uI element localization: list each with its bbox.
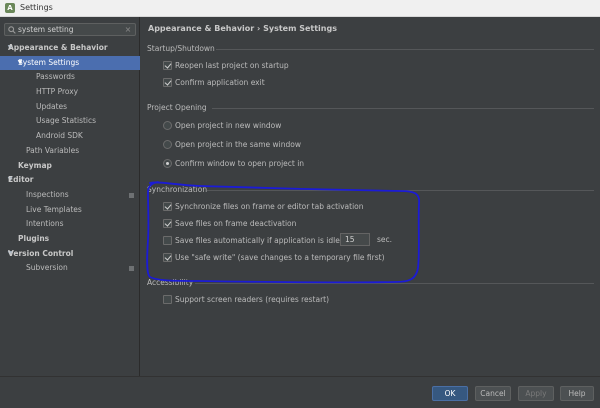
auto-save-label: Save files automatically if application … — [175, 236, 353, 245]
save-frame-deactivation-label: Save files on frame deactivation — [175, 219, 297, 228]
idle-seconds-field[interactable] — [340, 233, 370, 246]
safe-write-checkbox[interactable] — [163, 253, 172, 262]
section-divider — [207, 190, 594, 191]
sidebar-item-label: Intentions — [26, 219, 64, 229]
sidebar-item-label: HTTP Proxy — [36, 87, 79, 97]
android-studio-icon: A — [5, 3, 15, 13]
sidebar-item-appearance-behavior[interactable]: ▼ Appearance & Behavior — [0, 41, 140, 56]
sidebar-item-label: Path Variables — [26, 145, 80, 155]
sidebar-item-editor[interactable]: ▼ Editor — [0, 173, 140, 188]
sidebar-item-label: Keymap — [18, 160, 52, 170]
search-input[interactable] — [18, 24, 123, 35]
dialog-button-bar: OK Cancel Apply Help — [0, 376, 600, 408]
save-frame-deactivation-checkbox[interactable] — [163, 219, 172, 228]
section-divider — [195, 283, 594, 284]
confirm-exit-checkbox[interactable] — [163, 78, 172, 87]
sidebar-item-keymap[interactable]: Keymap — [0, 159, 140, 174]
window-title: Settings — [20, 3, 53, 12]
confirm-window-radio[interactable] — [163, 159, 172, 168]
idle-seconds-unit: sec. — [377, 235, 393, 244]
sidebar-item-label: Plugins — [18, 233, 50, 243]
sidebar-item-label: Android SDK — [36, 131, 83, 141]
sync-frame-activation-checkbox[interactable] — [163, 202, 172, 211]
sidebar-item-label: Usage Statistics — [36, 116, 97, 126]
reopen-last-project-checkbox[interactable] — [163, 61, 172, 70]
screen-readers-label: Support screen readers (requires restart… — [175, 295, 330, 304]
sidebar-item-label: Inspections — [26, 189, 69, 199]
settings-content: Appearance & Behavior › System Settings … — [141, 17, 600, 376]
sidebar-item-updates[interactable]: Updates — [0, 100, 140, 115]
sidebar-item-label: Passwords — [36, 72, 75, 82]
open-same-window-radio[interactable] — [163, 140, 172, 149]
accessibility-section-title: Accessibility — [147, 278, 194, 287]
apply-button[interactable]: Apply — [518, 386, 554, 401]
sidebar-item-http-proxy[interactable]: HTTP Proxy — [0, 85, 140, 100]
sidebar-item-android-sdk[interactable]: Android SDK — [0, 129, 140, 144]
sidebar-item-label: Version Control — [8, 248, 74, 258]
safe-write-label: Use "safe write" (save changes to a temp… — [175, 253, 385, 262]
sidebar-item-inspections[interactable]: Inspections — [0, 188, 140, 203]
section-divider — [212, 108, 594, 109]
search-box[interactable]: × — [4, 23, 136, 36]
sidebar-item-subversion[interactable]: Subversion — [0, 261, 140, 276]
project-scope-icon — [129, 266, 134, 272]
sync-frame-activation-label: Synchronize files on frame or editor tab… — [175, 202, 364, 211]
settings-sidebar: × ▼Appearance & Behavior▼System Settings… — [0, 17, 140, 376]
confirm-window-label: Confirm window to open project in — [175, 159, 305, 168]
sidebar-item-usage-statistics[interactable]: Usage Statistics — [0, 114, 140, 129]
confirm-exit-label: Confirm application exit — [175, 78, 265, 87]
sidebar-item-label: Subversion — [26, 263, 68, 273]
clear-search-icon[interactable]: × — [124, 26, 132, 34]
screen-readers-checkbox[interactable] — [163, 295, 172, 304]
sidebar-item-label: Appearance & Behavior — [8, 43, 108, 52]
sidebar-item-system-settings[interactable]: ▼ System Settings — [0, 55, 140, 71]
breadcrumb: Appearance & Behavior › System Settings — [148, 24, 337, 33]
search-icon — [8, 26, 16, 34]
sidebar-item-label: System Settings — [18, 57, 80, 67]
sidebar-item-intentions[interactable]: Intentions — [0, 217, 140, 232]
open-new-window-label: Open project in new window — [175, 121, 282, 130]
project-opening-section-title: Project Opening — [147, 103, 207, 112]
sidebar-item-path-variables[interactable]: Path Variables — [0, 144, 140, 159]
open-same-window-label: Open project in the same window — [175, 140, 302, 149]
synchronization-section-title: Synchronization — [147, 185, 208, 194]
ok-button[interactable]: OK — [432, 386, 468, 401]
sidebar-item-label: Editor — [8, 175, 34, 185]
cancel-button[interactable]: Cancel — [475, 386, 511, 401]
auto-save-checkbox[interactable] — [163, 236, 172, 245]
sidebar-item-plugins[interactable]: Plugins — [0, 232, 140, 247]
sidebar-item-label: Live Templates — [26, 204, 82, 214]
project-scope-icon — [129, 192, 134, 198]
startup-section-title: Startup/Shutdown — [147, 44, 215, 53]
reopen-last-project-label: Reopen last project on startup — [175, 61, 289, 70]
open-new-window-radio[interactable] — [163, 121, 172, 130]
title-bar: A Settings — [0, 0, 600, 17]
sidebar-item-passwords[interactable]: Passwords — [0, 70, 140, 85]
sidebar-item-label: Updates — [36, 101, 68, 111]
section-divider — [216, 49, 594, 50]
settings-tree: ▼ Appearance & Behavior ▼ System Settings Pa… — [0, 41, 140, 276]
sidebar-item-live-templates[interactable]: Live Templates — [0, 203, 140, 218]
help-button[interactable]: Help — [560, 386, 594, 401]
sidebar-item-version-control[interactable]: ▼ Version Control — [0, 247, 140, 262]
